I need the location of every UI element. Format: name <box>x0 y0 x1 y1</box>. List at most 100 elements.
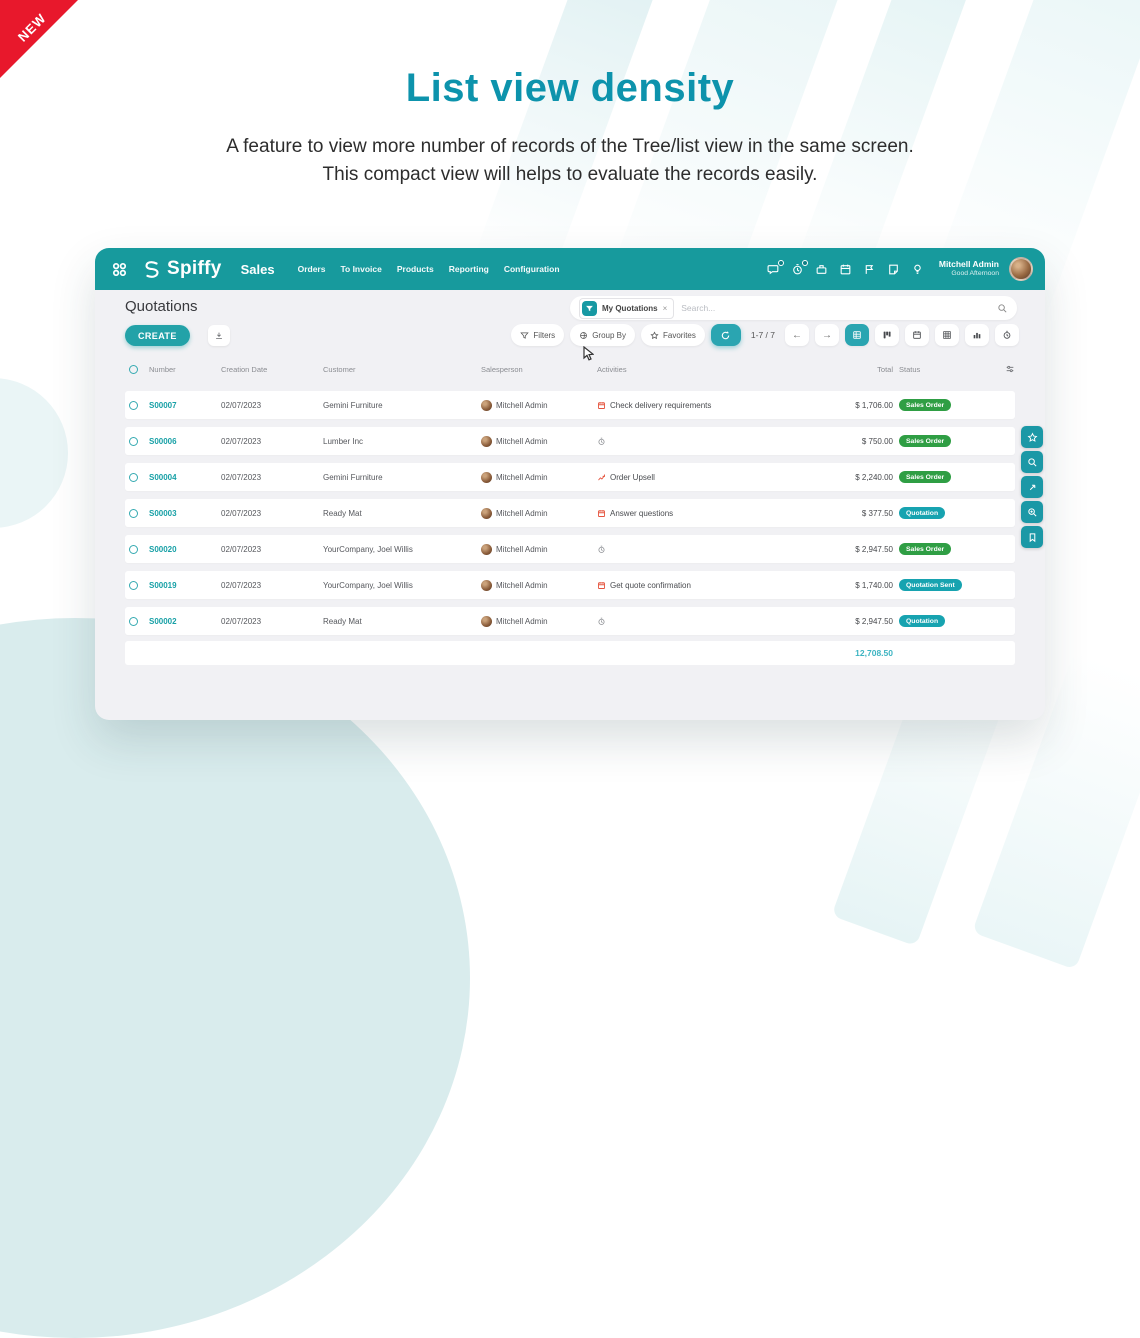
col-number[interactable]: Number <box>149 365 221 374</box>
menu-item-reporting[interactable]: Reporting <box>449 264 489 274</box>
table-row[interactable]: S00003 02/07/2023 Ready Mat Mitchell Adm… <box>125 499 1015 527</box>
spiffy-logo[interactable]: Spiffy <box>141 258 222 280</box>
activity-cell[interactable]: Order Upsell <box>597 473 809 482</box>
enterprise-icon[interactable] <box>815 262 829 276</box>
bg-blob-middle-left <box>0 378 68 528</box>
star-icon <box>1027 432 1038 443</box>
next-arrow-icon: → <box>822 330 832 341</box>
row-checkbox[interactable] <box>129 401 138 410</box>
salesperson-avatar <box>481 508 492 519</box>
view-calendar-button[interactable] <box>905 324 929 346</box>
col-creation-date[interactable]: Creation Date <box>221 365 323 374</box>
group-by-button[interactable]: Group By <box>570 324 635 346</box>
bookmark-tool-button[interactable] <box>1021 526 1043 548</box>
quotation-number-link[interactable]: S00007 <box>149 401 221 410</box>
filters-button[interactable]: Filters <box>511 324 564 346</box>
search-input[interactable] <box>681 303 990 313</box>
idea-bulb-icon[interactable] <box>911 262 925 276</box>
user-avatar[interactable] <box>1009 257 1033 281</box>
row-checkbox[interactable] <box>129 545 138 554</box>
table-row[interactable]: S00020 02/07/2023 YourCompany, Joel Will… <box>125 535 1015 563</box>
creation-date: 02/07/2023 <box>221 437 323 446</box>
search-tool-button[interactable] <box>1021 451 1043 473</box>
announcement-icon[interactable] <box>863 262 877 276</box>
quotation-number-link[interactable]: S00002 <box>149 617 221 626</box>
quotation-number-link[interactable]: S00020 <box>149 545 221 554</box>
creation-date: 02/07/2023 <box>221 509 323 518</box>
activity-cell[interactable] <box>597 617 809 626</box>
col-customer[interactable]: Customer <box>323 365 481 374</box>
favorites-button[interactable]: Favorites <box>641 324 705 346</box>
row-checkbox[interactable] <box>129 437 138 446</box>
notes-icon[interactable] <box>887 262 901 276</box>
messages-icon[interactable] <box>767 262 781 276</box>
col-activities[interactable]: Activities <box>597 365 809 374</box>
view-pivot-button[interactable] <box>935 324 959 346</box>
activity-label: Get quote confirmation <box>610 581 691 590</box>
table-row[interactable]: S00019 02/07/2023 YourCompany, Joel Will… <box>125 571 1015 599</box>
view-list-button[interactable] <box>845 324 869 346</box>
table-row[interactable]: S00006 02/07/2023 Lumber Inc Mitchell Ad… <box>125 427 1015 455</box>
filter-facet[interactable]: My Quotations × <box>579 298 674 319</box>
filter-facet-icon <box>582 301 597 316</box>
quotation-number-link[interactable]: S00006 <box>149 437 221 446</box>
quotation-number-link[interactable]: S00019 <box>149 581 221 590</box>
status-badge: Quotation <box>899 507 945 519</box>
quotation-number-link[interactable]: S00003 <box>149 509 221 518</box>
salesperson-avatar <box>481 472 492 483</box>
col-status[interactable]: Status <box>899 365 993 374</box>
module-name[interactable]: Sales <box>241 262 275 277</box>
search-icon[interactable] <box>997 303 1008 314</box>
salesperson-cell: Mitchell Admin <box>481 400 597 411</box>
pager-next-button[interactable]: → <box>815 324 839 346</box>
status-badge: Sales Order <box>899 399 951 411</box>
quotation-number-link[interactable]: S00004 <box>149 473 221 482</box>
creation-date: 02/07/2023 <box>221 545 323 554</box>
col-salesperson[interactable]: Salesperson <box>481 365 597 374</box>
select-all-checkbox[interactable] <box>129 365 138 374</box>
activity-cell[interactable] <box>597 437 809 446</box>
activity-cell[interactable]: Answer questions <box>597 509 809 518</box>
menu-item-to-invoice[interactable]: To Invoice <box>340 264 381 274</box>
status-cell: Sales Order <box>899 435 993 447</box>
user-info[interactable]: Mitchell Admin Good Afternoon <box>939 259 999 278</box>
salesperson-avatar <box>481 544 492 555</box>
view-graph-button[interactable] <box>965 324 989 346</box>
view-kanban-button[interactable] <box>875 324 899 346</box>
row-checkbox[interactable] <box>129 617 138 626</box>
zoom-in-tool-button[interactable] <box>1021 501 1043 523</box>
apps-grid-icon[interactable] <box>110 260 128 278</box>
group-by-icon <box>579 331 588 340</box>
salesperson-name: Mitchell Admin <box>496 509 548 518</box>
density-toggle-button[interactable] <box>711 324 741 346</box>
timer-icon[interactable] <box>791 262 805 276</box>
resize-tool-button[interactable] <box>1021 476 1043 498</box>
table-row[interactable]: S00004 02/07/2023 Gemini Furniture Mitch… <box>125 463 1015 491</box>
facet-remove-icon[interactable]: × <box>663 304 668 313</box>
table-row[interactable]: S00002 02/07/2023 Ready Mat Mitchell Adm… <box>125 607 1015 635</box>
view-activity-button[interactable] <box>995 324 1019 346</box>
activity-label: Check delivery requirements <box>610 401 711 410</box>
filter-facet-label: My Quotations <box>602 304 658 313</box>
row-checkbox[interactable] <box>129 473 138 482</box>
table-row[interactable]: S00007 02/07/2023 Gemini Furniture Mitch… <box>125 391 1015 419</box>
activity-cell[interactable]: Check delivery requirements <box>597 401 809 410</box>
row-checkbox[interactable] <box>129 509 138 518</box>
create-button[interactable]: CREATE <box>125 325 190 346</box>
col-total[interactable]: Total <box>809 365 899 374</box>
menu-item-products[interactable]: Products <box>397 264 434 274</box>
calendar-icon[interactable] <box>839 262 853 276</box>
favorite-tool-button[interactable] <box>1021 426 1043 448</box>
badge-dot <box>802 260 808 266</box>
breadcrumb[interactable]: Quotations <box>125 298 198 315</box>
export-download-button[interactable] <box>208 325 230 346</box>
menu-item-configuration[interactable]: Configuration <box>504 264 560 274</box>
row-checkbox[interactable] <box>129 581 138 590</box>
activity-cell[interactable]: Get quote confirmation <box>597 581 809 590</box>
menu-item-orders[interactable]: Orders <box>298 264 326 274</box>
salesperson-cell: Mitchell Admin <box>481 508 597 519</box>
activity-cell[interactable] <box>597 545 809 554</box>
search-bar[interactable]: My Quotations × <box>570 296 1017 320</box>
column-settings-icon[interactable] <box>993 364 1015 374</box>
pager-prev-button[interactable]: ← <box>785 324 809 346</box>
